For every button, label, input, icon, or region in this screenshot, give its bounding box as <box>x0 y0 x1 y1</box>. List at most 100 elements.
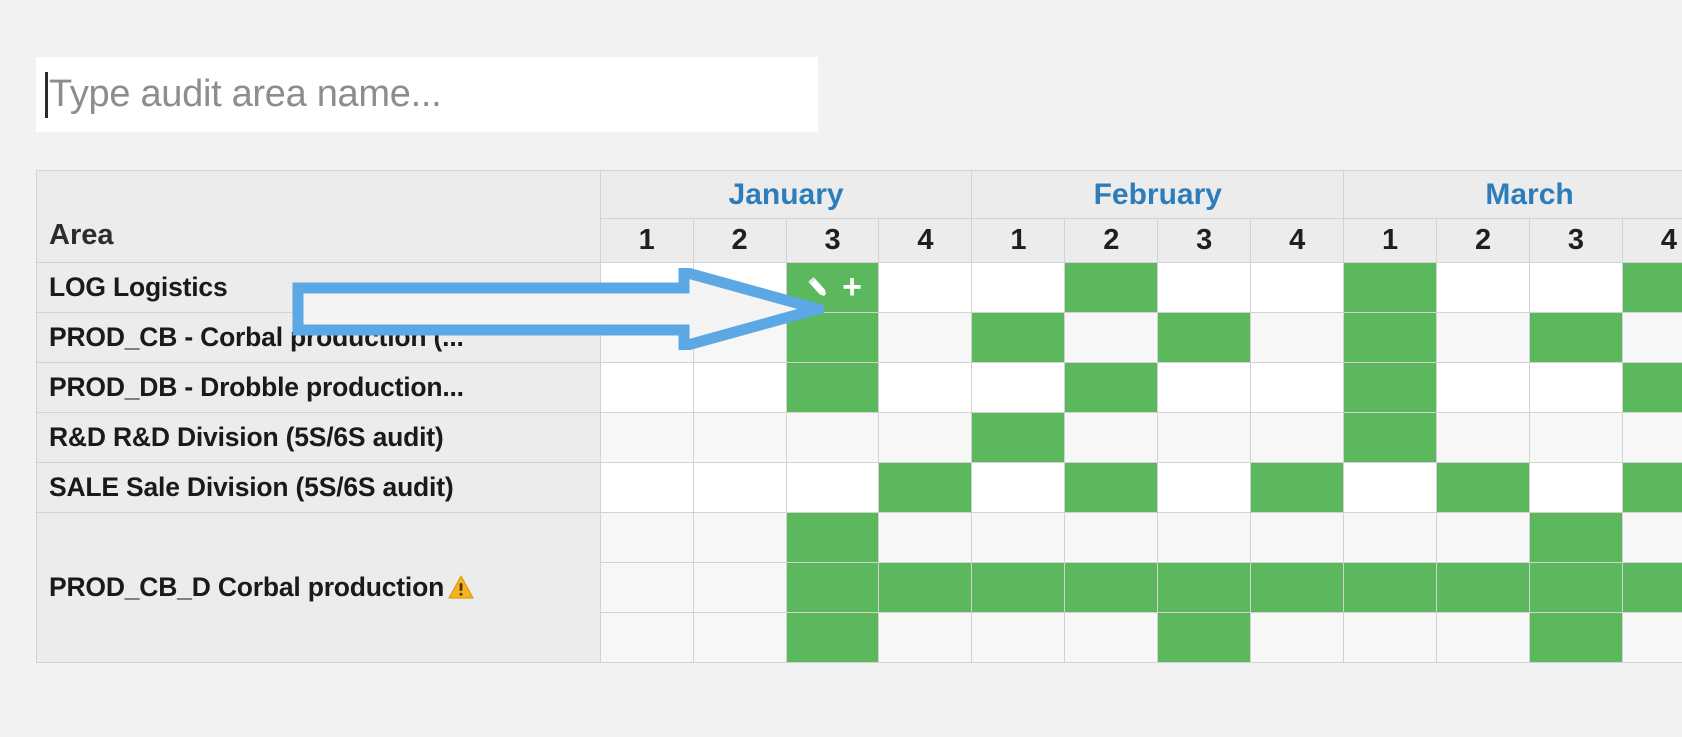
schedule-cell[interactable] <box>1436 562 1530 613</box>
schedule-cell[interactable] <box>971 312 1066 363</box>
schedule-cell[interactable] <box>878 562 973 613</box>
week-header-february-1[interactable]: 1 <box>971 218 1066 263</box>
schedule-cell[interactable] <box>785 562 880 613</box>
schedule-cell[interactable] <box>1436 262 1530 313</box>
schedule-cell[interactable] <box>1343 612 1438 663</box>
schedule-cell[interactable] <box>1157 512 1252 563</box>
schedule-cell[interactable] <box>692 262 787 313</box>
schedule-cell[interactable] <box>1343 462 1438 513</box>
schedule-cell[interactable] <box>1436 412 1530 463</box>
schedule-cell[interactable] <box>692 362 787 413</box>
week-header-march-1[interactable]: 1 <box>1343 218 1438 263</box>
area-label-cell[interactable]: PROD_CB - Corbal production (... <box>36 312 601 363</box>
schedule-cell[interactable] <box>878 362 973 413</box>
schedule-cell[interactable] <box>971 262 1066 313</box>
schedule-cell[interactable] <box>971 362 1066 413</box>
schedule-cell[interactable] <box>1157 412 1252 463</box>
schedule-cell[interactable] <box>1436 512 1530 563</box>
schedule-cell[interactable] <box>692 562 787 613</box>
schedule-cell[interactable] <box>785 612 880 663</box>
schedule-cell[interactable] <box>692 312 787 363</box>
schedule-cell[interactable] <box>1621 312 1682 363</box>
schedule-cell[interactable] <box>1621 512 1682 563</box>
week-header-march-2[interactable]: 2 <box>1436 218 1530 263</box>
schedule-cell[interactable] <box>599 462 694 513</box>
area-label-cell[interactable]: PROD_DB - Drobble production... <box>36 362 601 413</box>
schedule-cell[interactable] <box>1343 412 1438 463</box>
schedule-cell[interactable] <box>1064 512 1159 563</box>
schedule-cell[interactable] <box>1528 312 1623 363</box>
schedule-cell[interactable] <box>1528 612 1623 663</box>
schedule-cell[interactable] <box>692 412 787 463</box>
schedule-cell[interactable] <box>692 612 787 663</box>
schedule-cell[interactable] <box>785 462 880 513</box>
week-header-march-4[interactable]: 4 <box>1621 218 1682 263</box>
schedule-cell[interactable] <box>1064 262 1159 313</box>
schedule-cell[interactable] <box>1343 362 1438 413</box>
schedule-cell[interactable] <box>878 512 973 563</box>
schedule-cell[interactable] <box>785 512 880 563</box>
week-header-january-3[interactable]: 3 <box>785 218 880 263</box>
schedule-cell[interactable] <box>1157 462 1252 513</box>
schedule-cell[interactable] <box>599 512 694 563</box>
schedule-cell[interactable] <box>599 362 694 413</box>
schedule-cell[interactable] <box>1250 362 1345 413</box>
schedule-cell[interactable] <box>971 412 1066 463</box>
schedule-cell[interactable] <box>1621 462 1682 513</box>
schedule-cell[interactable] <box>1250 562 1345 613</box>
schedule-cell[interactable] <box>599 412 694 463</box>
schedule-cell[interactable] <box>878 412 973 463</box>
schedule-cell[interactable] <box>1064 462 1159 513</box>
schedule-cell[interactable] <box>599 312 694 363</box>
schedule-cell[interactable] <box>785 312 880 363</box>
schedule-cell[interactable] <box>1436 462 1530 513</box>
schedule-cell[interactable] <box>1250 262 1345 313</box>
schedule-cell[interactable] <box>1528 512 1623 563</box>
search-input[interactable] <box>49 64 749 125</box>
schedule-cell[interactable] <box>1436 612 1530 663</box>
schedule-cell[interactable] <box>1621 562 1682 613</box>
schedule-cell[interactable] <box>1064 612 1159 663</box>
schedule-cell[interactable] <box>1064 562 1159 613</box>
schedule-cell[interactable] <box>1064 312 1159 363</box>
week-header-february-4[interactable]: 4 <box>1250 218 1345 263</box>
schedule-cell[interactable] <box>1343 312 1438 363</box>
area-label-cell[interactable]: LOG Logistics <box>36 262 601 313</box>
schedule-cell[interactable] <box>971 562 1066 613</box>
schedule-cell[interactable] <box>971 462 1066 513</box>
schedule-cell[interactable] <box>971 612 1066 663</box>
week-header-february-2[interactable]: 2 <box>1064 218 1159 263</box>
schedule-cell[interactable] <box>1250 312 1345 363</box>
schedule-cell[interactable] <box>1250 512 1345 563</box>
schedule-cell[interactable] <box>878 312 973 363</box>
schedule-cell[interactable] <box>599 562 694 613</box>
schedule-cell[interactable] <box>1064 362 1159 413</box>
schedule-cell[interactable] <box>599 612 694 663</box>
schedule-cell[interactable] <box>599 262 694 313</box>
schedule-cell[interactable] <box>1250 612 1345 663</box>
week-header-january-4[interactable]: 4 <box>878 218 973 263</box>
schedule-cell[interactable] <box>1528 462 1623 513</box>
schedule-cell[interactable] <box>1343 262 1438 313</box>
schedule-cell[interactable] <box>971 512 1066 563</box>
schedule-cell[interactable] <box>692 512 787 563</box>
schedule-cell[interactable]: + <box>785 262 880 313</box>
schedule-cell[interactable] <box>878 612 973 663</box>
schedule-cell[interactable] <box>785 412 880 463</box>
area-label-cell[interactable]: SALE Sale Division (5S/6S audit) <box>36 462 601 513</box>
schedule-cell[interactable] <box>1621 362 1682 413</box>
schedule-cell[interactable] <box>692 462 787 513</box>
schedule-cell[interactable] <box>1621 262 1682 313</box>
schedule-cell[interactable] <box>1528 362 1623 413</box>
schedule-cell[interactable] <box>1157 362 1252 413</box>
area-label-cell[interactable]: R&D R&D Division (5S/6S audit) <box>36 412 601 463</box>
schedule-cell[interactable] <box>1157 312 1252 363</box>
schedule-cell[interactable] <box>1528 262 1623 313</box>
week-header-february-3[interactable]: 3 <box>1157 218 1252 263</box>
schedule-cell[interactable] <box>1157 262 1252 313</box>
schedule-cell[interactable] <box>1343 512 1438 563</box>
schedule-cell[interactable] <box>785 362 880 413</box>
schedule-cell[interactable] <box>1621 412 1682 463</box>
schedule-cell[interactable] <box>1157 612 1252 663</box>
schedule-cell[interactable] <box>1343 562 1438 613</box>
